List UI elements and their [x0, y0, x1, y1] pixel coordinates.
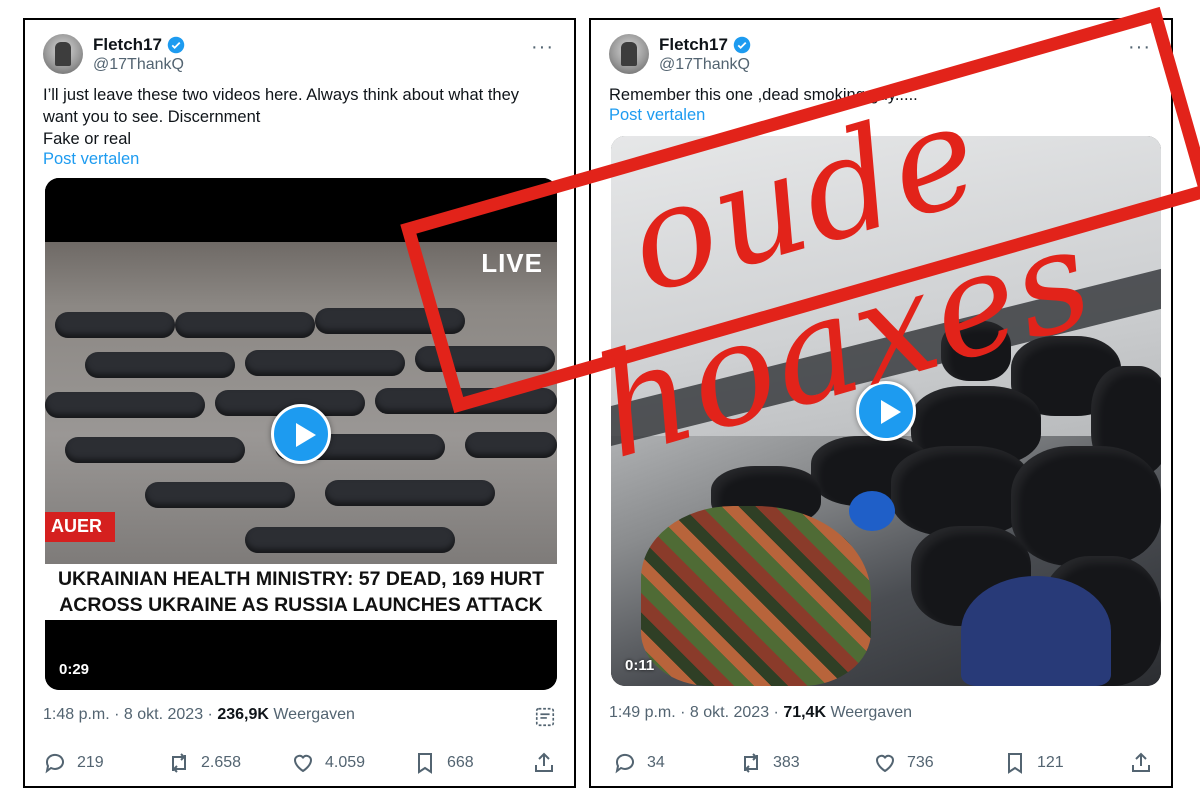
like-count: 736 — [907, 754, 934, 771]
repost-count: 2.658 — [201, 754, 242, 771]
channel-tag: AUER — [45, 512, 115, 542]
author-name[interactable]: Fletch17 — [659, 35, 728, 55]
reply-count: 219 — [77, 754, 104, 771]
post-text-line: want you to see. Discernment — [43, 108, 261, 126]
view-count: 236,9K — [217, 706, 269, 723]
play-button-icon[interactable] — [271, 404, 331, 464]
verified-badge-icon — [167, 36, 185, 54]
reply-button[interactable]: 219 — [43, 751, 104, 775]
avatar[interactable] — [609, 34, 649, 74]
author-handle[interactable]: @17ThankQ — [93, 56, 184, 74]
timestamp[interactable]: 1:49 p.m. · 8 okt. 2023 · — [609, 704, 783, 721]
like-button[interactable]: 4.059 — [291, 751, 365, 775]
post-header: Fletch17 @17ThankQ ··· — [43, 34, 558, 78]
bookmark-icon — [418, 753, 432, 774]
news-caption-line: UKRAINIAN HEALTH MINISTRY: 57 DEAD, 169 … — [57, 568, 545, 590]
action-bar: 219 2.658 4.059 668 — [43, 751, 556, 781]
post-text-line: I’ll just leave these two videos here. A… — [43, 86, 520, 104]
repost-count: 383 — [773, 754, 800, 771]
post-meta: 1:48 p.m. · 8 okt. 2023 · 236,9K Weergav… — [43, 706, 355, 724]
repost-button[interactable]: 383 — [739, 751, 800, 775]
news-caption: UKRAINIAN HEALTH MINISTRY: 57 DEAD, 169 … — [45, 564, 557, 620]
verified-badge-icon — [733, 36, 751, 54]
like-button[interactable]: 736 — [873, 751, 934, 775]
author-name[interactable]: Fletch17 — [93, 35, 162, 55]
bookmark-icon — [1008, 753, 1022, 774]
heart-icon — [875, 754, 895, 773]
video-duration: 0:11 — [625, 657, 655, 674]
repost-icon — [172, 753, 186, 773]
news-caption-line: ACROSS UKRAINE AS RUSSIA LAUNCHES ATTACK — [59, 594, 543, 616]
view-count: 71,4K — [783, 704, 827, 721]
author-handle[interactable]: @17ThankQ — [659, 56, 750, 74]
like-count: 4.059 — [325, 754, 366, 771]
heart-icon — [293, 754, 313, 773]
bookmark-count: 668 — [447, 754, 474, 771]
more-options-icon[interactable]: ··· — [531, 36, 554, 59]
repost-icon — [744, 753, 758, 773]
share-icon — [1132, 752, 1150, 772]
repost-button[interactable]: 2.658 — [167, 751, 241, 775]
share-button[interactable] — [532, 751, 556, 775]
reply-count: 34 — [647, 754, 665, 771]
community-notes-icon[interactable] — [534, 706, 556, 728]
avatar[interactable] — [43, 34, 83, 74]
translate-link[interactable]: Post vertalen — [43, 150, 139, 169]
timestamp[interactable]: 1:48 p.m. · 8 okt. 2023 · — [43, 706, 217, 723]
share-button[interactable] — [1129, 751, 1153, 775]
reply-button[interactable]: 34 — [613, 751, 665, 775]
bookmark-button[interactable]: 121 — [1003, 751, 1064, 775]
translate-link[interactable]: Post vertalen — [609, 106, 705, 125]
post-text: I’ll just leave these two videos here. A… — [43, 84, 558, 150]
action-bar: 34 383 736 121 — [609, 751, 1153, 781]
share-icon — [535, 752, 553, 772]
post-meta: 1:49 p.m. · 8 okt. 2023 · 71,4K Weergave… — [609, 704, 912, 722]
views-label: Weergaven — [268, 706, 355, 723]
reply-icon — [615, 753, 634, 774]
views-label: Weergaven — [826, 704, 912, 721]
bookmark-count: 121 — [1037, 754, 1064, 771]
reply-icon — [45, 753, 64, 774]
video-duration: 0:29 — [59, 661, 90, 678]
bookmark-button[interactable]: 668 — [413, 751, 474, 775]
post-text-line: Fake or real — [43, 130, 132, 148]
